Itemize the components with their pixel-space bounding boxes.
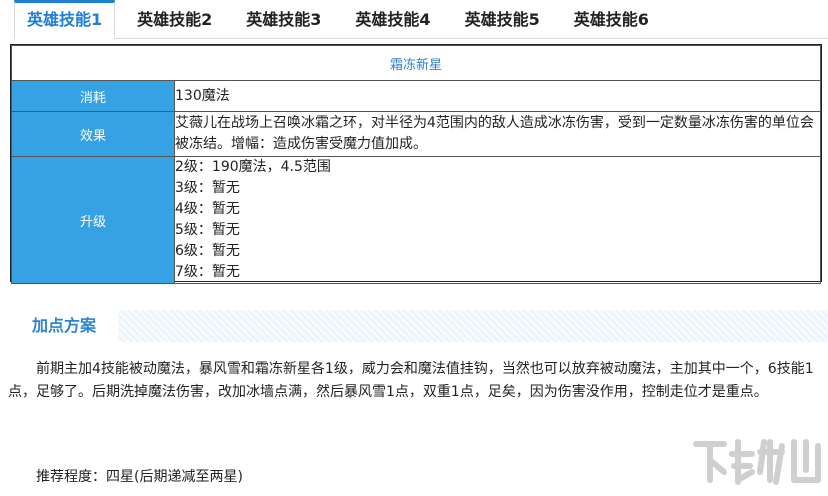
tab-skill-3[interactable]: 英雄技能3 [234,0,333,38]
upgrade-label: 升级 [11,156,175,284]
upgrade-list: 2级：190魔法，4.5范围 3级：暂无 4级：暂无 5级：暂无 6级：暂无 7… [174,156,821,284]
section-header: 加点方案 [10,310,828,342]
cost-value: 130魔法 [174,80,821,112]
tab-skill-2[interactable]: 英雄技能2 [125,0,224,38]
xiazaiba-logo-icon [690,432,824,492]
build-description: 前期主加4技能被动魔法，暴风雪和霜冻新星各1级，威力会和魔法值挂钩，当然也可以放… [8,361,814,400]
section-title: 加点方案 [10,310,118,342]
effect-label: 效果 [11,111,175,157]
cost-label: 消耗 [11,80,175,112]
tab-skill-1[interactable]: 英雄技能1 [14,0,116,39]
upgrade-level-3: 3级：暂无 [175,180,240,196]
upgrade-level-4: 4级：暂无 [175,201,240,217]
recommendation-text: 推荐程度：四星(后期递减至两星) [36,469,243,485]
skill-panel: 霜冻新星 消耗 130魔法 效果 艾薇儿在战场上召唤冰霜之环，对半径为4范围内的… [10,44,822,284]
upgrade-level-5: 5级：暂无 [175,222,240,238]
upgrade-level-2: 2级：190魔法，4.5范围 [175,159,331,175]
tab-skill-5[interactable]: 英雄技能5 [453,0,552,38]
tab-skill-4[interactable]: 英雄技能4 [343,0,442,38]
skill-table: 霜冻新星 消耗 130魔法 效果 艾薇儿在战场上召唤冰霜之环，对半径为4范围内的… [11,45,821,284]
upgrade-level-7: 7级：暂无 [175,264,240,280]
upgrade-level-6: 6级：暂无 [175,243,240,259]
tab-skill-6[interactable]: 英雄技能6 [562,0,661,38]
effect-value: 艾薇儿在战场上召唤冰霜之环，对半径为4范围内的敌人造成冰冻伤害，受到一定数量冰冻… [174,111,821,157]
skill-tabs: 英雄技能1 英雄技能2 英雄技能3 英雄技能4 英雄技能5 英雄技能6 [14,0,828,39]
skill-name: 霜冻新星 [11,45,821,81]
